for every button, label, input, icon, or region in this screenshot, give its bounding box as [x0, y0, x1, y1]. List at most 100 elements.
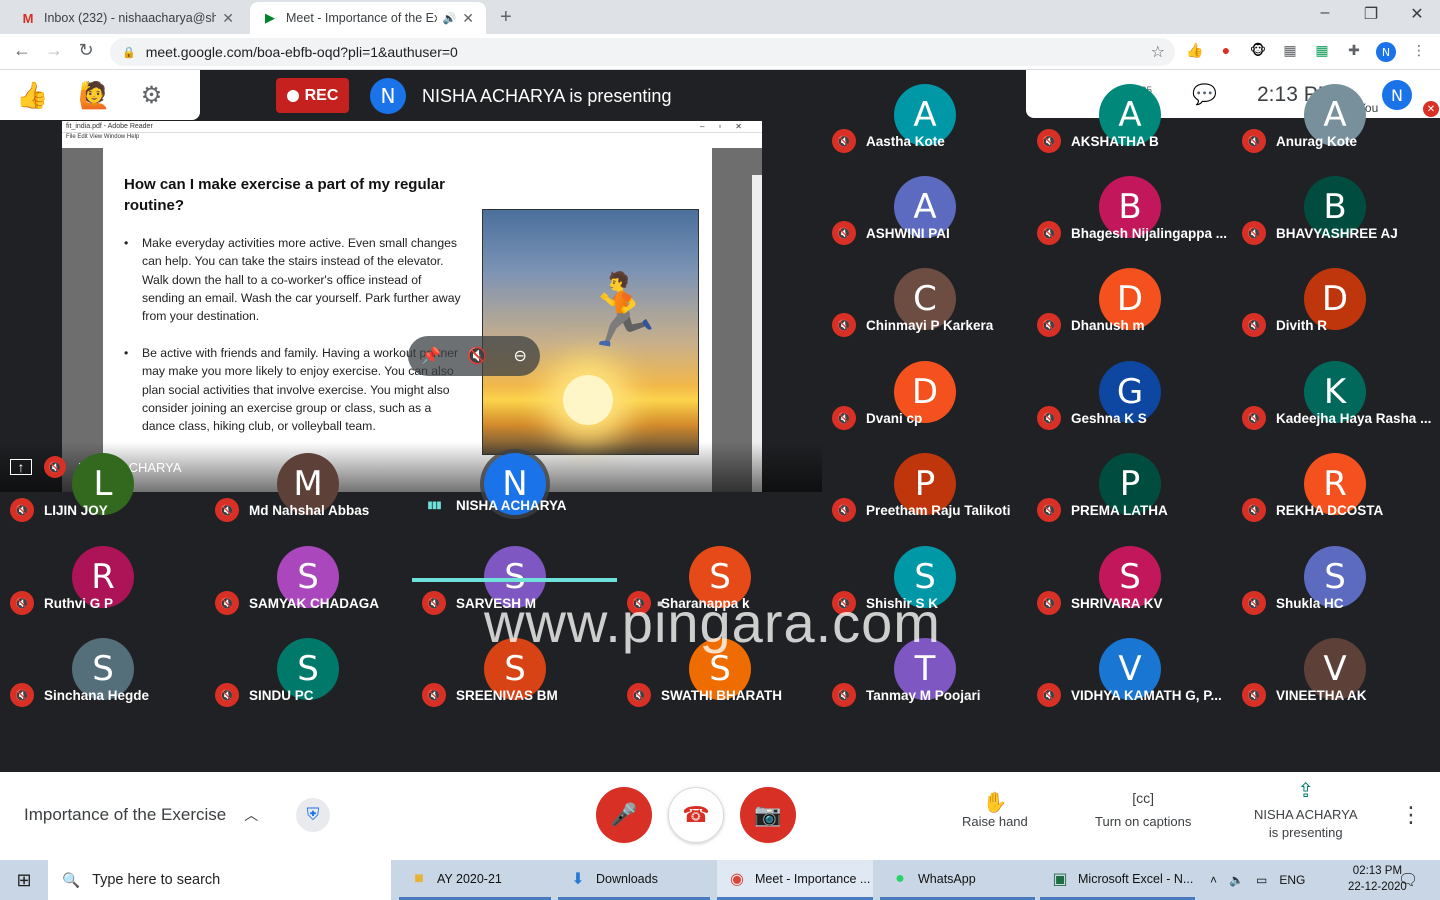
- participant-tile[interactable]: M 🔇 Md Nahshal Abbas: [205, 449, 410, 541]
- participant-tile[interactable]: V 🔇 VIDHYA KAMATH G, P...: [1027, 634, 1232, 726]
- participant-name: SREENIVAS BM: [456, 687, 558, 703]
- extension-grid-icon[interactable]: ▦: [1281, 42, 1299, 60]
- bookmark-star-icon[interactable]: ☆: [1151, 42, 1165, 62]
- participant-tile[interactable]: A 🔇 ASHWINI PAI: [822, 172, 1027, 264]
- chevron-up-icon: ︿: [244, 807, 259, 823]
- participant-name: ASHWINI PAI: [866, 225, 950, 241]
- participant-tile[interactable]: C 🔇 Chinmayi P Karkera: [822, 264, 1027, 356]
- participant-name: NISHA ACHARYA: [456, 498, 567, 513]
- participant-name-row: 🔇 BHAVYASHREE AJ: [1242, 221, 1437, 245]
- participant-name-row: 🔇 LIJIN JOY: [10, 498, 205, 522]
- host-controls-shield-icon[interactable]: ⛨: [296, 798, 330, 832]
- participant-tile[interactable]: B 🔇 BHAVYASHREE AJ: [1232, 172, 1437, 264]
- participant-tile[interactable]: D 🔇 Dvani cp: [822, 357, 1027, 449]
- system-tray: ˄ 🔈 ▭ ENG: [1210, 860, 1305, 900]
- participant-grid: A 🔇 Aastha Kote A 🔇 AKSHATHA B A 🔇 Anurag Kote A 🔇…: [0, 70, 1440, 772]
- forward-button[interactable]: →: [42, 40, 66, 61]
- url-field[interactable]: 🔒 meet.google.com/boa-ebfb-oqd?pli=1&aut…: [110, 38, 1175, 66]
- reload-button[interactable]: ↻: [74, 40, 98, 61]
- mic-off-icon: 🔇: [215, 498, 239, 522]
- tab-meet[interactable]: ▶ Meet - Importance of the Exer 🔊 ✕: [250, 2, 486, 34]
- participant-tile[interactable]: S 🔇 SHRIVARA KV: [1027, 542, 1232, 634]
- mic-off-icon: 🔇: [215, 591, 239, 615]
- monkey-extension-icon[interactable]: 🐵: [1249, 42, 1267, 60]
- sheets-extension-icon[interactable]: ▦: [1313, 42, 1331, 60]
- participant-name: Dvani cp: [866, 410, 923, 426]
- participant-tile[interactable]: B 🔇 Bhagesh Nijalingappa ...: [1027, 172, 1232, 264]
- participant-tile[interactable]: A 🔇 AKSHATHA B: [1027, 80, 1232, 172]
- participant-tile[interactable]: S 🔇 SAMYAK CHADAGA: [205, 542, 410, 634]
- speaker-icon[interactable]: 🔊: [443, 12, 457, 25]
- tab-title: Inbox (232) - nishaacharya@shak: [44, 11, 217, 25]
- thumbs-up-extension-icon[interactable]: 👍: [1186, 42, 1204, 60]
- taskbar-app-downloads[interactable]: ⬇ Downloads: [558, 860, 710, 900]
- meeting-details[interactable]: Importance of the Exercise ︿: [24, 805, 258, 825]
- close-tab-icon[interactable]: ✕: [222, 10, 234, 27]
- presenting-button[interactable]: ⇪ NISHA ACHARYA is presenting: [1254, 780, 1358, 842]
- raise-hand-button[interactable]: ✋ Raise hand: [962, 790, 1028, 829]
- participant-name: REKHA DCOSTA: [1276, 502, 1384, 518]
- participant-name-row: 🔇 SAMYAK CHADAGA: [215, 591, 410, 615]
- participant-tile[interactable]: S 🔇 SINDU PC: [205, 634, 410, 726]
- participant-tile[interactable]: S 🔇 Sinchana Hegde: [0, 634, 205, 726]
- new-tab-button[interactable]: +: [500, 6, 512, 29]
- participant-tile[interactable]: S 🔇 Shukla HC: [1232, 542, 1437, 634]
- profile-avatar[interactable]: N: [1376, 42, 1396, 62]
- mic-off-icon: 🔇: [215, 683, 239, 707]
- participant-tile[interactable]: D 🔇 Dhanush m: [1027, 264, 1232, 356]
- participant-name-row: 🔇 VINEETHA AK: [1242, 683, 1437, 707]
- participant-name: Shukla HC: [1276, 595, 1344, 611]
- close-window-button[interactable]: ✕: [1402, 4, 1432, 24]
- participant-tile[interactable]: P 🔇 PREMA LATHA: [1027, 449, 1232, 541]
- search-placeholder: Type here to search: [92, 872, 221, 888]
- participant-tile[interactable]: L 🔇 LIJIN JOY: [0, 449, 205, 541]
- volume-icon[interactable]: 🔈: [1229, 873, 1244, 887]
- participant-tile[interactable]: P 🔇 Preetham Raju Talikoti: [822, 449, 1027, 541]
- extension-icon[interactable]: ●: [1217, 42, 1235, 60]
- minimize-button[interactable]: –: [1310, 4, 1340, 22]
- camera-toggle-button[interactable]: 📷: [740, 787, 796, 843]
- taskbar-app-excel[interactable]: ▣ Microsoft Excel - N...: [1040, 860, 1195, 900]
- meeting-title: Importance of the Exercise: [24, 805, 227, 824]
- participant-tile[interactable]: G 🔇 Geshna K S: [1027, 357, 1232, 449]
- participant-name: Ruthvi G P: [44, 595, 114, 611]
- notification-icon[interactable]: 🗨: [1398, 870, 1418, 890]
- captions-button[interactable]: [cc] Turn on captions: [1095, 790, 1191, 829]
- taskbar-app-chrome[interactable]: ◉ Meet - Importance ...: [717, 860, 873, 900]
- language-indicator[interactable]: ENG: [1279, 873, 1305, 887]
- search-icon: 🔍: [62, 872, 81, 889]
- download-icon: ⬇: [571, 870, 585, 888]
- microphone-toggle-button[interactable]: 🎤: [596, 787, 652, 843]
- more-options-icon[interactable]: ⋮: [1400, 802, 1422, 828]
- maximize-button[interactable]: ❐: [1356, 4, 1386, 24]
- participant-tile[interactable]: V 🔇 VINEETHA AK: [1232, 634, 1437, 726]
- browser-menu-icon[interactable]: ⋮: [1410, 42, 1428, 60]
- mic-off-icon: 🔇: [10, 591, 34, 615]
- participant-name-row: 🔇 AKSHATHA B: [1037, 129, 1232, 153]
- participant-tile[interactable]: R 🔇 REKHA DCOSTA: [1232, 449, 1437, 541]
- leave-call-button[interactable]: ☎: [668, 787, 724, 843]
- participant-tile[interactable]: R 🔇 Ruthvi G P: [0, 542, 205, 634]
- captions-icon: [cc]: [1132, 790, 1155, 806]
- tab-gmail[interactable]: M Inbox (232) - nishaacharya@shak ✕: [8, 2, 246, 34]
- taskbar-app-label: AY 2020-21: [437, 871, 502, 886]
- participant-tile[interactable]: D 🔇 Divith R: [1232, 264, 1437, 356]
- participant-tile[interactable]: A 🔇 Aastha Kote: [822, 80, 1027, 172]
- back-button[interactable]: ←: [10, 40, 34, 61]
- close-tab-icon[interactable]: ✕: [462, 10, 474, 27]
- chevron-up-icon[interactable]: ˄: [1210, 873, 1217, 887]
- taskbar-app-folder[interactable]: ■ AY 2020-21: [399, 860, 551, 900]
- windows-start-icon[interactable]: ⊞: [0, 860, 48, 900]
- mic-off-icon: 🔇: [832, 313, 856, 337]
- taskbar-app-whatsapp[interactable]: ● WhatsApp: [880, 860, 1035, 900]
- participant-tile[interactable]: N ▮▮▮ NISHA ACHARYA: [412, 449, 617, 541]
- mic-off-icon: 🔇: [422, 591, 446, 615]
- participant-name: Geshna K S: [1071, 410, 1147, 426]
- puzzle-extensions-icon[interactable]: ✚: [1345, 42, 1363, 60]
- present-icon: ⇪: [1297, 780, 1315, 802]
- taskbar-search-box[interactable]: 🔍 Type here to search: [48, 860, 391, 900]
- participant-name-row: 🔇 ASHWINI PAI: [832, 221, 1027, 245]
- participant-tile[interactable]: K 🔇 Kadeejha Haya Rasha ...: [1232, 357, 1437, 449]
- network-icon[interactable]: ▭: [1256, 873, 1267, 887]
- participant-tile[interactable]: A 🔇 Anurag Kote: [1232, 80, 1437, 172]
